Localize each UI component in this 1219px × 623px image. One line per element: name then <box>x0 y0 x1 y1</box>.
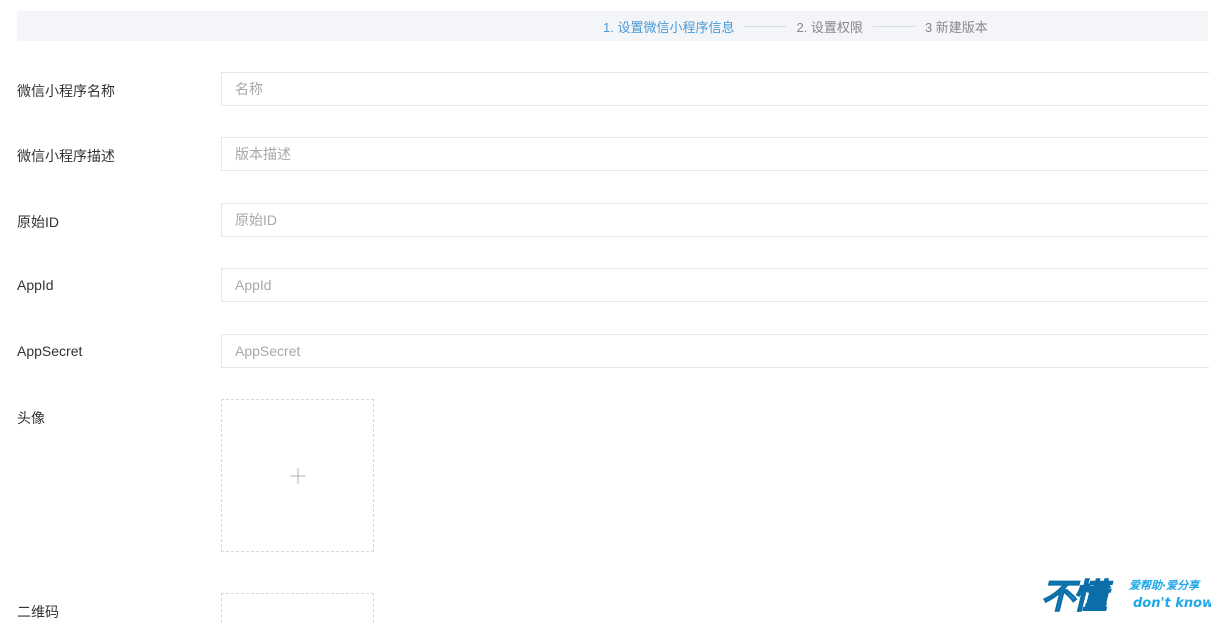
description-input[interactable] <box>221 137 1209 171</box>
step-3-new-version[interactable]: 3 新建版本 <box>925 17 988 36</box>
watermark-tagline: 爱帮助·爱分享 <box>1129 579 1201 592</box>
appsecret-input[interactable] <box>221 334 1209 368</box>
plus-icon <box>290 468 305 483</box>
appid-label: AppId <box>17 277 54 293</box>
watermark-graphic: 不懂 爱帮助·爱分享 don't know <box>1040 576 1215 617</box>
step-1-set-info[interactable]: 1. 设置微信小程序信息 <box>603 17 734 36</box>
step-connector <box>744 25 787 27</box>
step-connector <box>872 25 915 27</box>
description-label: 微信小程序描述 <box>17 148 115 164</box>
original-id-input[interactable] <box>221 203 1209 237</box>
appid-input[interactable] <box>221 268 1209 302</box>
qrcode-label: 二维码 <box>17 604 59 620</box>
watermark-sub-text: don't know <box>1133 596 1211 611</box>
name-input[interactable] <box>221 72 1209 106</box>
appsecret-label: AppSecret <box>17 343 83 359</box>
qrcode-upload[interactable] <box>221 593 374 623</box>
avatar-upload[interactable] <box>221 399 374 552</box>
steps-indicator: 1. 设置微信小程序信息 2. 设置权限 3 新建版本 <box>603 11 988 41</box>
steps-bar: 1. 设置微信小程序信息 2. 设置权限 3 新建版本 <box>17 11 1208 41</box>
page: 1. 设置微信小程序信息 2. 设置权限 3 新建版本 微信小程序名称 微信小程… <box>0 0 1219 623</box>
avatar-label: 头像 <box>17 410 45 426</box>
watermark-main-text: 不懂 <box>1041 577 1113 616</box>
step-2-set-permissions[interactable]: 2. 设置权限 <box>796 17 862 36</box>
name-label: 微信小程序名称 <box>17 83 115 99</box>
watermark-logo: 不懂 爱帮助·爱分享 don't know <box>1040 574 1215 617</box>
original-id-label: 原始ID <box>17 214 59 230</box>
